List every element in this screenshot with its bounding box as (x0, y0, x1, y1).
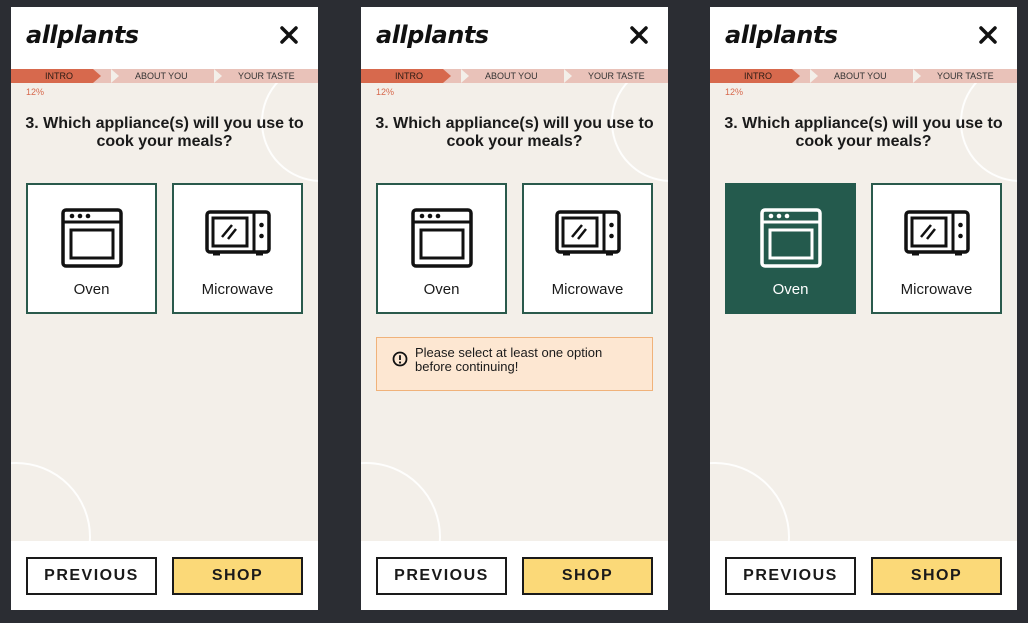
progress-percent: 12% (376, 87, 395, 97)
close-icon (630, 26, 648, 44)
warning-text: Please select at least one option before… (415, 345, 603, 374)
option-oven-selected[interactable]: Oven (725, 183, 856, 314)
previous-button[interactable]: PREVIOUS (26, 557, 157, 595)
question-title: 3. Which appliance(s) will you use to co… (25, 115, 304, 150)
quiz-screen-validation-error: allplants INTRO ABOUT YOU YOUR TASTE 12%… (361, 7, 668, 610)
step-intro: INTRO (744, 71, 772, 81)
option-microwave[interactable]: Microwave (871, 183, 1002, 314)
oven-icon (759, 208, 822, 268)
shop-button[interactable]: SHOP (522, 557, 653, 595)
shop-button[interactable]: SHOP (172, 557, 303, 595)
allplants-logo: allplants (26, 21, 139, 49)
exclamation-circle-icon (392, 351, 408, 367)
close-icon (280, 26, 298, 44)
option-oven[interactable]: Oven (376, 183, 507, 314)
header: allplants (710, 7, 1017, 69)
microwave-icon (903, 210, 970, 256)
oven-icon (410, 208, 473, 268)
question-title: 3. Which appliance(s) will you use to co… (375, 115, 654, 150)
footer: PREVIOUS SHOP (361, 541, 668, 610)
option-label: Microwave (551, 281, 624, 298)
step-about-you: ABOUT YOU (485, 71, 538, 81)
microwave-icon (204, 210, 271, 256)
close-button[interactable] (628, 24, 650, 46)
option-label: Oven (423, 281, 460, 298)
previous-button[interactable]: PREVIOUS (376, 557, 507, 595)
microwave-icon (554, 210, 621, 256)
step-intro: INTRO (45, 71, 73, 81)
step-your-taste: YOUR TASTE (937, 71, 994, 81)
option-microwave[interactable]: Microwave (522, 183, 653, 314)
allplants-logo: allplants (376, 21, 489, 49)
header: allplants (11, 7, 318, 69)
footer: PREVIOUS SHOP (710, 541, 1017, 610)
progress-bar: INTRO ABOUT YOU YOUR TASTE (361, 69, 668, 83)
step-about-you: ABOUT YOU (834, 71, 887, 81)
progress-bar: INTRO ABOUT YOU YOUR TASTE (710, 69, 1017, 83)
step-your-taste: YOUR TASTE (588, 71, 645, 81)
quiz-screen-oven-selected: allplants INTRO ABOUT YOU YOUR TASTE 12%… (710, 7, 1017, 610)
progress-percent: 12% (725, 87, 744, 97)
option-label: Microwave (201, 281, 274, 298)
step-about-you: ABOUT YOU (135, 71, 188, 81)
progress-percent: 12% (26, 87, 45, 97)
close-icon (979, 26, 997, 44)
progress-bar: INTRO ABOUT YOU YOUR TASTE (11, 69, 318, 83)
option-oven[interactable]: Oven (26, 183, 157, 314)
oven-icon (60, 208, 123, 268)
question-title: 3. Which appliance(s) will you use to co… (724, 115, 1003, 150)
option-label: Microwave (900, 281, 973, 298)
validation-warning: Please select at least one option before… (376, 337, 653, 391)
step-intro: INTRO (395, 71, 423, 81)
option-label: Oven (73, 281, 110, 298)
close-button[interactable] (977, 24, 999, 46)
footer: PREVIOUS SHOP (11, 541, 318, 610)
close-button[interactable] (278, 24, 300, 46)
header: allplants (361, 7, 668, 69)
shop-button[interactable]: SHOP (871, 557, 1002, 595)
previous-button[interactable]: PREVIOUS (725, 557, 856, 595)
option-microwave[interactable]: Microwave (172, 183, 303, 314)
allplants-logo: allplants (725, 21, 838, 49)
step-your-taste: YOUR TASTE (238, 71, 295, 81)
quiz-screen-default: allplants INTRO ABOUT YOU YOUR TASTE 12%… (11, 7, 318, 610)
option-label: Oven (772, 281, 809, 298)
